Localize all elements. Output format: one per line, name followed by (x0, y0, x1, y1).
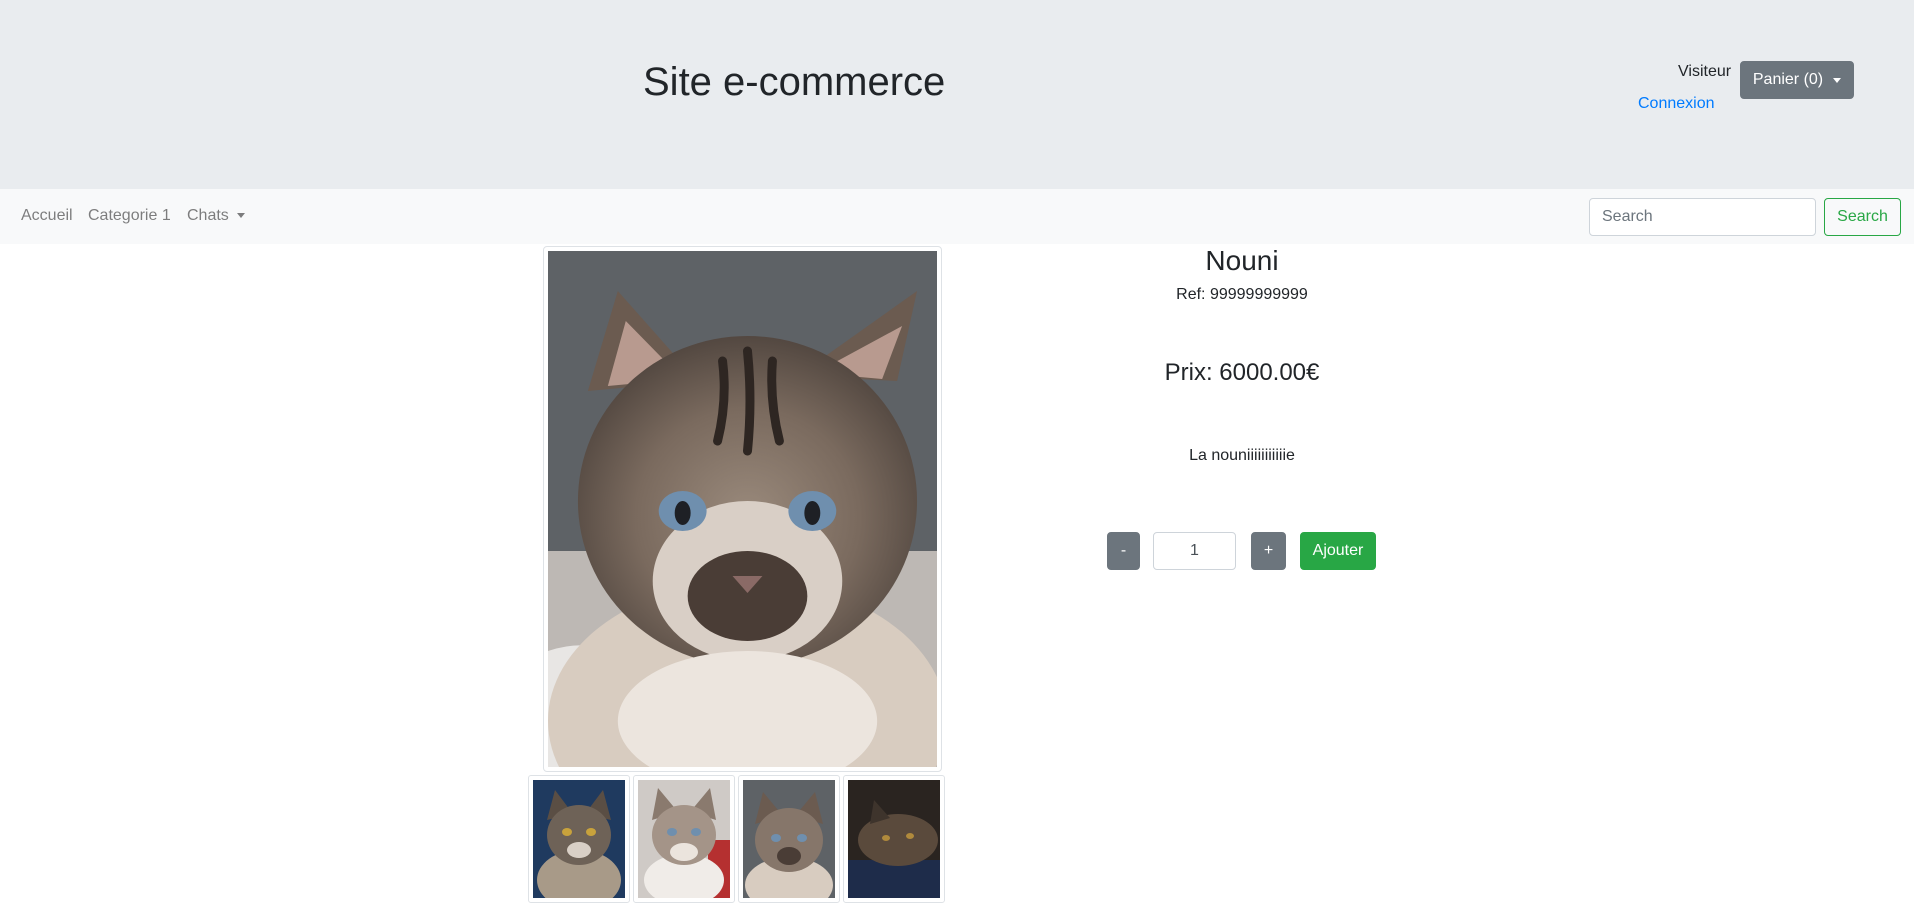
quantity-decrease-button[interactable]: - (1107, 532, 1140, 570)
main-photo-frame (543, 246, 942, 772)
nav-item-categorie-1[interactable]: Categorie 1 (88, 207, 171, 225)
search-button[interactable]: Search (1824, 198, 1901, 236)
search-input[interactable] (1589, 198, 1816, 236)
site-title: Site e-commerce (643, 60, 946, 104)
product-name: Nouni (1205, 245, 1279, 276)
product-price: Prix: 6000.00€ (1164, 359, 1320, 386)
cat-photo-thumb-2 (638, 780, 730, 898)
cat-photo-thumb-3 (743, 780, 835, 898)
cat-photo-thumb-4 (848, 780, 940, 898)
cart-button-label: Panier (0) (1752, 71, 1824, 88)
visitor-label: Visiteur (1678, 63, 1732, 80)
thumbnail-3[interactable] (738, 775, 840, 903)
thumbnail-4[interactable] (843, 775, 945, 903)
quantity-input[interactable] (1153, 532, 1236, 570)
thumbnail-2[interactable] (633, 775, 735, 903)
login-link[interactable]: Connexion (1638, 95, 1715, 113)
cart-dropdown-button[interactable]: Panier (0) (1740, 61, 1854, 99)
product-description: La nouniiiiiiiiiiie (1189, 447, 1295, 464)
quantity-increase-button[interactable]: + (1251, 532, 1286, 570)
nav-item-chats-dropdown[interactable]: Chats (187, 207, 246, 225)
chevron-down-icon (1833, 77, 1842, 83)
add-to-cart-button[interactable]: Ajouter (1300, 532, 1376, 570)
thumbnail-1[interactable] (528, 775, 630, 903)
product-reference: Ref: 99999999999 (1176, 286, 1308, 303)
cat-photo-thumb-1 (533, 780, 625, 898)
nav-item-accueil[interactable]: Accueil (21, 207, 73, 225)
chevron-down-icon (237, 213, 246, 219)
cat-photo-main (548, 251, 937, 767)
nav-item-chats-label: Chats (187, 207, 229, 224)
site-header: Site e-commerce Visiteur Connexion Panie… (0, 0, 1914, 189)
